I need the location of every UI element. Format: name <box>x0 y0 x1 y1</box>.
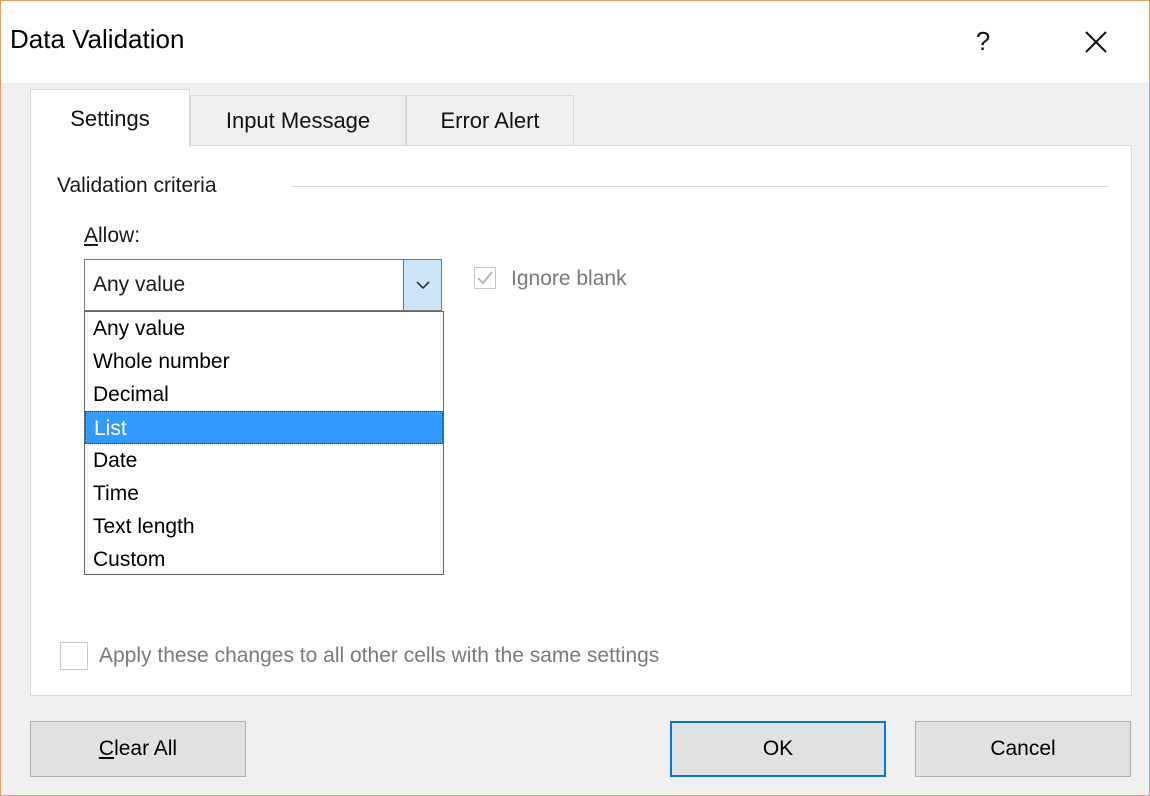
allow-select[interactable]: Any value <box>84 259 442 311</box>
tab-input-message[interactable]: Input Message <box>190 95 406 145</box>
cancel-button[interactable]: Cancel <box>915 721 1131 777</box>
clear-all-label: lear All <box>114 737 178 760</box>
tab-settings[interactable]: Settings <box>30 89 190 147</box>
close-button[interactable] <box>1071 19 1121 65</box>
allow-dropdown-button[interactable] <box>403 260 441 310</box>
option-time[interactable]: Time <box>85 477 443 510</box>
option-decimal[interactable]: Decimal <box>85 378 443 411</box>
ignore-blank-label: Ignore blank <box>511 267 627 290</box>
option-any-value[interactable]: Any value <box>85 312 443 345</box>
clear-all-access-key: C <box>98 737 115 760</box>
allow-label: Allow: <box>84 224 140 248</box>
option-date[interactable]: Date <box>85 444 443 477</box>
data-validation-dialog: Data Validation ? Settings Input Message… <box>0 0 1150 796</box>
dialog-title: Data Validation <box>10 24 185 54</box>
ok-button[interactable]: OK <box>670 721 886 777</box>
option-custom[interactable]: Custom <box>85 543 443 576</box>
title-bar: Data Validation ? <box>1 1 1149 83</box>
clear-all-button[interactable]: Clear All <box>30 721 246 777</box>
apply-to-all-label: Apply these changes to all other cells w… <box>99 644 660 667</box>
help-button[interactable]: ? <box>961 19 1005 63</box>
ignore-blank-checkbox[interactable] <box>474 267 496 289</box>
option-text-length[interactable]: Text length <box>85 510 443 543</box>
allow-access-key: A <box>84 224 99 247</box>
checkmark-icon <box>477 271 493 285</box>
chevron-down-icon <box>415 281 430 290</box>
option-list[interactable]: List <box>85 411 443 444</box>
allow-dropdown-list: Any value Whole number Decimal List Date… <box>84 311 444 575</box>
allow-label-text: llow: <box>98 224 141 247</box>
validation-criteria-label: Validation criteria <box>57 174 229 198</box>
tab-error-alert[interactable]: Error Alert <box>406 95 574 145</box>
apply-to-all-checkbox[interactable] <box>60 642 88 670</box>
allow-select-value: Any value <box>93 273 186 296</box>
close-icon <box>1085 31 1107 53</box>
settings-panel: Validation criteria Allow: Any value Any… <box>30 145 1132 696</box>
group-divider <box>291 186 1109 187</box>
option-whole-number[interactable]: Whole number <box>85 345 443 378</box>
